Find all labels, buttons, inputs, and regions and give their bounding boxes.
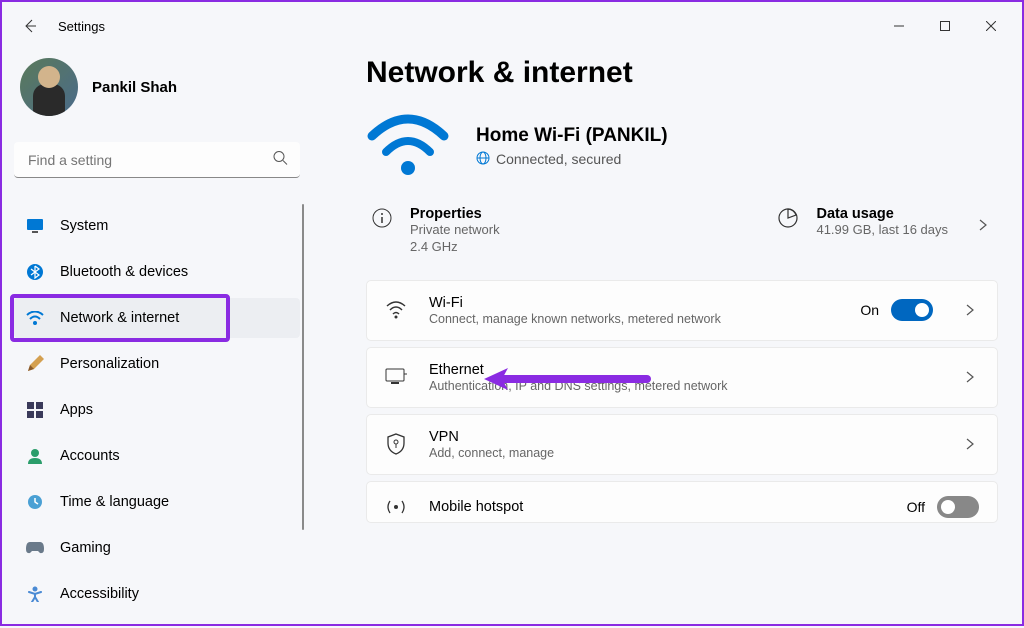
- globe-icon: [476, 151, 490, 168]
- avatar: [20, 58, 78, 116]
- ethernet-subtitle: Authentication, IP and DNS settings, met…: [429, 379, 933, 393]
- accounts-icon: [26, 447, 44, 465]
- search-input[interactable]: [14, 142, 300, 178]
- accessibility-icon: [26, 585, 44, 603]
- sidebar-item-time[interactable]: Time & language: [14, 482, 300, 522]
- connection-state: Connected, secured: [496, 151, 621, 167]
- sidebar-item-bluetooth[interactable]: Bluetooth & devices: [14, 252, 300, 292]
- sidebar-item-label: Personalization: [60, 356, 159, 372]
- bluetooth-icon: [26, 263, 44, 281]
- wifi-subtitle: Connect, manage known networks, metered …: [429, 312, 838, 326]
- hotspot-title: Mobile hotspot: [429, 499, 885, 515]
- hotspot-toggle[interactable]: [937, 496, 979, 518]
- data-usage-title: Data usage: [816, 206, 948, 222]
- network-ssid: Home Wi-Fi (PANKIL): [476, 125, 668, 147]
- sidebar-item-label: Apps: [60, 402, 93, 418]
- vpn-settings-row[interactable]: VPN Add, connect, manage: [366, 414, 998, 475]
- sidebar-item-personalization[interactable]: Personalization: [14, 344, 300, 384]
- chevron-right-icon: [965, 370, 979, 384]
- sidebar-item-accounts[interactable]: Accounts: [14, 436, 300, 476]
- wifi-icon: [385, 299, 407, 321]
- sidebar-item-apps[interactable]: Apps: [14, 390, 300, 430]
- wifi-settings-row[interactable]: Wi-Fi Connect, manage known networks, me…: [366, 280, 998, 341]
- ethernet-title: Ethernet: [429, 362, 933, 378]
- search-icon: [272, 150, 288, 171]
- chevron-right-icon: [965, 437, 979, 451]
- sidebar-item-label: Bluetooth & devices: [60, 264, 188, 280]
- wifi-toggle-label: On: [860, 302, 879, 318]
- properties-sub2: 2.4 GHz: [410, 239, 500, 256]
- time-icon: [26, 493, 44, 511]
- ethernet-settings-row[interactable]: Ethernet Authentication, IP and DNS sett…: [366, 347, 998, 408]
- properties-block[interactable]: Properties Private network 2.4 GHz: [372, 206, 500, 256]
- wifi-large-icon: [366, 114, 450, 178]
- sidebar-item-label: Time & language: [60, 494, 169, 510]
- apps-icon: [26, 401, 44, 419]
- close-button[interactable]: [968, 10, 1014, 42]
- properties-sub1: Private network: [410, 222, 500, 239]
- gaming-icon: [26, 539, 44, 557]
- properties-title: Properties: [410, 206, 500, 222]
- info-icon: [372, 208, 394, 230]
- ethernet-icon: [385, 366, 407, 388]
- sidebar-item-network[interactable]: Network & internet: [14, 298, 300, 338]
- back-button[interactable]: [10, 6, 50, 46]
- system-icon: [26, 217, 44, 235]
- sidebar-item-gaming[interactable]: Gaming: [14, 528, 300, 568]
- personalization-icon: [26, 355, 44, 373]
- chevron-right-icon: [965, 303, 979, 317]
- page-title: Network & internet: [366, 56, 998, 90]
- wifi-title: Wi-Fi: [429, 295, 838, 311]
- network-status-block: Home Wi-Fi (PANKIL) Connected, secured: [366, 114, 998, 178]
- data-usage-block[interactable]: Data usage 41.99 GB, last 16 days: [778, 206, 948, 239]
- wifi-toggle[interactable]: [891, 299, 933, 321]
- maximize-button[interactable]: [922, 10, 968, 42]
- sidebar-item-label: Gaming: [60, 540, 111, 556]
- data-usage-sub: 41.99 GB, last 16 days: [816, 222, 948, 239]
- network-icon: [26, 309, 44, 327]
- sidebar-item-label: System: [60, 218, 108, 234]
- hotspot-settings-row[interactable]: Mobile hotspot Off: [366, 481, 998, 523]
- sidebar-scrollbar[interactable]: [302, 204, 304, 530]
- hotspot-icon: [385, 496, 407, 518]
- sidebar-item-label: Accounts: [60, 448, 120, 464]
- vpn-title: VPN: [429, 429, 933, 445]
- hotspot-toggle-label: Off: [907, 499, 925, 515]
- sidebar-item-label: Network & internet: [60, 310, 179, 326]
- window-title: Settings: [58, 19, 105, 34]
- user-account-row[interactable]: Pankil Shah: [14, 50, 300, 136]
- vpn-icon: [385, 433, 407, 455]
- sidebar-item-accessibility[interactable]: Accessibility: [14, 574, 300, 614]
- user-name: Pankil Shah: [92, 79, 177, 96]
- data-usage-icon: [778, 208, 800, 230]
- sidebar-item-label: Accessibility: [60, 586, 139, 602]
- vpn-subtitle: Add, connect, manage: [429, 446, 933, 460]
- sidebar-item-system[interactable]: System: [14, 206, 300, 246]
- chevron-right-icon: [978, 218, 992, 232]
- minimize-button[interactable]: [876, 10, 922, 42]
